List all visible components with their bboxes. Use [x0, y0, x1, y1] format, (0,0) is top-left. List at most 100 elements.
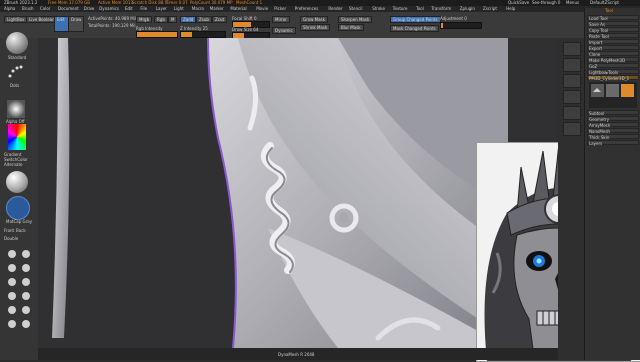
mrgb-button[interactable]: Mrgb: [136, 16, 153, 23]
lightbox-tools-button[interactable]: Lightbox▸Tools: [587, 69, 639, 75]
zadd-button[interactable]: Zadd: [180, 16, 197, 23]
menu-item-render[interactable]: Render: [328, 6, 342, 11]
mirror-button[interactable]: Mirror: [272, 16, 290, 23]
menu-item-document[interactable]: Document: [58, 6, 79, 11]
grow-mask-button[interactable]: Grow Mask: [300, 16, 328, 23]
menu-item-marker[interactable]: Marker: [210, 6, 224, 11]
brush-name: Standard: [8, 55, 27, 60]
m-button[interactable]: M: [168, 16, 178, 23]
arraymesh-menu[interactable]: ArrayMesh: [587, 122, 639, 128]
menu-item-edit[interactable]: Edit: [125, 6, 133, 11]
rgb-button[interactable]: Rgb: [154, 16, 168, 23]
copy-tool-button[interactable]: Copy Tool: [587, 27, 639, 33]
menu-item-zplugin[interactable]: Zplugin: [460, 6, 475, 11]
brush-standard-icon[interactable]: [6, 32, 28, 54]
menus-button[interactable]: Menus: [566, 0, 579, 5]
menu-item-stroke[interactable]: Stroke: [372, 6, 385, 11]
paste-tool-button[interactable]: Paste Tool: [587, 33, 639, 39]
dynamic-button[interactable]: Dynamic: [272, 27, 296, 34]
adjustment-slider[interactable]: [440, 22, 482, 29]
tool-header: Tool: [605, 8, 613, 13]
shrink-mask-button[interactable]: Shrink Mask: [300, 24, 331, 31]
thick-skin-menu[interactable]: Thick Skin: [587, 134, 639, 140]
mask-changed-points-button[interactable]: Mask Changed Points: [390, 25, 439, 32]
sharpen-mask-button[interactable]: Sharpen Mask: [338, 16, 373, 23]
menu-item-material[interactable]: Material: [230, 6, 246, 11]
menu-item-stencil[interactable]: Stencil: [349, 6, 363, 11]
menu-item-help[interactable]: Help: [506, 6, 515, 11]
import-button[interactable]: Import: [587, 39, 639, 45]
load-tool-button[interactable]: Load Tool: [587, 15, 639, 21]
tool-palette: Tool Load Tool Save As Copy Tool Paste T…: [584, 8, 640, 360]
menu-item-transform[interactable]: Transform: [431, 6, 451, 11]
persp-icon[interactable]: [563, 122, 581, 136]
goz-button[interactable]: GoZ: [587, 63, 639, 69]
menu-item-zscript[interactable]: Zscript: [483, 6, 497, 11]
clone-button[interactable]: Clone: [587, 51, 639, 57]
blur-mask-button[interactable]: Blur Mask: [338, 24, 364, 31]
back-label[interactable]: Back: [16, 228, 26, 233]
menu-item-brush[interactable]: Brush: [22, 6, 34, 11]
menu-item-light[interactable]: Light: [174, 6, 184, 11]
total-points-readout: TotalPoints: 190.129 Mil: [88, 23, 136, 28]
menu-item-texture[interactable]: Texture: [393, 6, 408, 11]
rgb-intensity-slider[interactable]: [136, 31, 178, 38]
material-name: MatCap Gray: [6, 219, 33, 224]
live-boolean-button[interactable]: Live Boolean: [26, 16, 58, 23]
menu-item-file[interactable]: File: [140, 6, 147, 11]
see-through-slider[interactable]: See-through 0: [532, 0, 560, 5]
zsub-button[interactable]: Zsub: [196, 16, 212, 23]
texture-icon[interactable]: [6, 196, 30, 220]
active-points-readout: ActivePoints: 40.989 Mil: [88, 16, 136, 21]
default-zscript-button[interactable]: DefaultZScript: [590, 0, 619, 5]
menu-item-tool[interactable]: Tool: [416, 6, 424, 11]
group-changed-points-button[interactable]: Group Changed Points: [390, 16, 441, 23]
menu-item-preferences[interactable]: Preferences: [295, 6, 319, 11]
alternate-button[interactable]: Alternate: [4, 162, 22, 167]
scroll-icon[interactable]: [563, 58, 581, 72]
status-bar: DynaMesh R 2048: [38, 348, 558, 360]
bpr-icon[interactable]: [563, 42, 581, 56]
color-picker-icon[interactable]: [8, 124, 26, 150]
save-as-button[interactable]: Save As: [587, 21, 639, 27]
double-label[interactable]: Double: [4, 236, 18, 241]
menu-item-color[interactable]: Color: [40, 6, 50, 11]
free-mem: Free Mem 37.079 GB: [48, 0, 90, 5]
front-label[interactable]: Front: [4, 228, 14, 233]
top-shelf: LightBox Live Boolean Edit Draw ActivePo…: [0, 12, 640, 39]
current-tool-name[interactable]: PM3D_Cylinder3D_1: [587, 75, 639, 81]
menu-item-picker[interactable]: Picker: [274, 6, 286, 11]
draw-button[interactable]: Draw: [68, 16, 84, 32]
menu-item-draw[interactable]: Draw: [84, 6, 94, 11]
zcut-button[interactable]: Zcut: [212, 16, 228, 23]
menu-item-alpha[interactable]: Alpha: [4, 6, 15, 11]
tool-thumbnails[interactable]: [589, 82, 637, 108]
export-button[interactable]: Export: [587, 45, 639, 51]
alpha-icon[interactable]: [7, 100, 25, 118]
menu-item-dynamics[interactable]: Dynamics: [99, 6, 119, 11]
menu-item-layer[interactable]: Layer: [156, 6, 167, 11]
aahalf-icon[interactable]: [563, 106, 581, 120]
make-polymesh-button[interactable]: Make PolyMesh3D: [587, 57, 639, 63]
zoom-icon[interactable]: [563, 74, 581, 88]
stroke-name: Dots: [10, 83, 20, 88]
stroke-dots-icon[interactable]: [6, 62, 26, 82]
scratch-disk: Scratch Disk 88 0: [132, 0, 168, 5]
z-intensity-slider[interactable]: [180, 31, 226, 38]
active-mem: Active Mem 1013: [98, 0, 133, 5]
menu-item-macro[interactable]: Macro: [192, 6, 204, 11]
timer: Timer 0.07: [166, 0, 188, 5]
quicksave-button[interactable]: QuickSave: [508, 0, 529, 5]
brush-quick-icons: [4, 248, 34, 330]
meshcount: MeshCount 1: [236, 0, 263, 5]
app-title: ZBrush 2023.1.2: [4, 0, 38, 5]
material-matcap-icon[interactable]: [6, 171, 28, 193]
status-text: DynaMesh R 2048: [278, 352, 315, 357]
subtool-menu[interactable]: Subtool: [587, 110, 639, 116]
menu-item-movie[interactable]: Movie: [256, 6, 268, 11]
actual-icon[interactable]: [563, 90, 581, 104]
lightbox-button[interactable]: LightBox: [4, 16, 28, 23]
layers-menu[interactable]: Layers: [587, 140, 639, 146]
nanomesh-menu[interactable]: NanoMesh: [587, 128, 639, 134]
geometry-menu[interactable]: Geometry: [587, 116, 639, 122]
